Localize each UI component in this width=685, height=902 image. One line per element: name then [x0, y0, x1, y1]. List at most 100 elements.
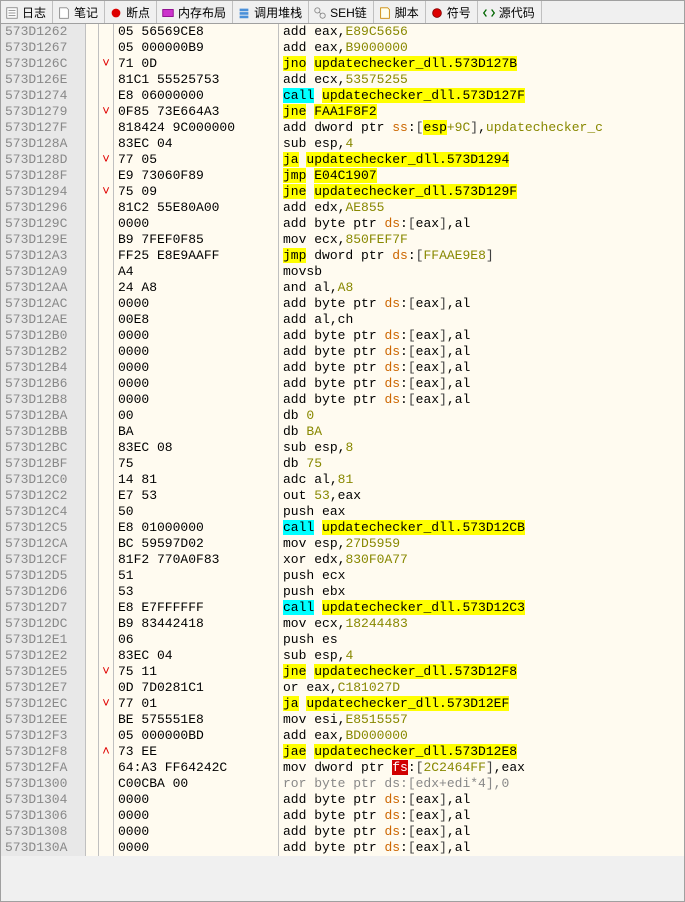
- tab-mem[interactable]: 内存布局: [157, 1, 233, 23]
- tab-script[interactable]: 脚本: [374, 1, 426, 23]
- disasm-row[interactable]: 573D126705 000000B9add eax,B9000000: [1, 40, 684, 56]
- disasm-row[interactable]: 573D12A3FF25 E8E9AAFFjmp dword ptr ds:[F…: [1, 248, 684, 264]
- breakpoint-gutter[interactable]: [86, 136, 99, 152]
- breakpoint-gutter[interactable]: [86, 200, 99, 216]
- disasm-row[interactable]: 573D13060000add byte ptr ds:[eax],al: [1, 808, 684, 824]
- breakpoint-gutter[interactable]: [86, 536, 99, 552]
- disasm-row[interactable]: 573D13080000add byte ptr ds:[eax],al: [1, 824, 684, 840]
- disasm-row[interactable]: 573D12BF75db 75: [1, 456, 684, 472]
- breakpoint-gutter[interactable]: [86, 616, 99, 632]
- breakpoint-gutter[interactable]: [86, 408, 99, 424]
- disassembly-view[interactable]: 573D126205 56569CE8add eax,E89C5656573D1…: [1, 24, 684, 901]
- disasm-row[interactable]: 573D12AC0000add byte ptr ds:[eax],al: [1, 296, 684, 312]
- breakpoint-gutter[interactable]: [86, 552, 99, 568]
- disasm-row[interactable]: 573D12CF81F2 770A0F83xor edx,830F0A77: [1, 552, 684, 568]
- tab-notes[interactable]: 笔记: [53, 1, 105, 23]
- disasm-row[interactable]: 573D12BC83EC 08sub esp,8: [1, 440, 684, 456]
- disasm-row[interactable]: 573D12CABC 59597D02mov esp,27D5959: [1, 536, 684, 552]
- breakpoint-gutter[interactable]: [86, 472, 99, 488]
- breakpoint-gutter[interactable]: [86, 248, 99, 264]
- tab-seh[interactable]: SEH链: [309, 1, 374, 23]
- disasm-row[interactable]: 573D128D˅77 05ja updatechecker_dll.573D1…: [1, 152, 684, 168]
- disasm-row[interactable]: 573D12B40000add byte ptr ds:[eax],al: [1, 360, 684, 376]
- breakpoint-gutter[interactable]: [86, 776, 99, 792]
- disasm-row[interactable]: 573D12EEBE 575551E8mov esi,E8515557: [1, 712, 684, 728]
- breakpoint-gutter[interactable]: [86, 232, 99, 248]
- disasm-row[interactable]: 573D12B20000add byte ptr ds:[eax],al: [1, 344, 684, 360]
- breakpoint-gutter[interactable]: [86, 504, 99, 520]
- breakpoint-gutter[interactable]: [86, 600, 99, 616]
- disasm-row[interactable]: 573D12C450push eax: [1, 504, 684, 520]
- breakpoint-gutter[interactable]: [86, 184, 99, 200]
- disasm-row[interactable]: 573D12C2E7 53out 53,eax: [1, 488, 684, 504]
- tab-stack[interactable]: 调用堆栈: [233, 1, 309, 23]
- breakpoint-gutter[interactable]: [86, 392, 99, 408]
- disasm-row[interactable]: 573D12B00000add byte ptr ds:[eax],al: [1, 328, 684, 344]
- tab-symbol[interactable]: 符号: [426, 1, 478, 23]
- disasm-row[interactable]: 573D126205 56569CE8add eax,E89C5656: [1, 24, 684, 40]
- disasm-row[interactable]: 573D1274E8 06000000call updatechecker_dl…: [1, 88, 684, 104]
- disasm-row[interactable]: 573D1294˅75 09jne updatechecker_dll.573D…: [1, 184, 684, 200]
- breakpoint-gutter[interactable]: [86, 632, 99, 648]
- disasm-row[interactable]: 573D12E70D 7D0281C1or eax,C181027D: [1, 680, 684, 696]
- disasm-row[interactable]: 573D12A9A4movsb: [1, 264, 684, 280]
- breakpoint-gutter[interactable]: [86, 648, 99, 664]
- breakpoint-gutter[interactable]: [86, 792, 99, 808]
- disasm-row[interactable]: 573D128A83EC 04sub esp,4: [1, 136, 684, 152]
- breakpoint-gutter[interactable]: [86, 664, 99, 680]
- disasm-row[interactable]: 573D130A0000add byte ptr ds:[eax],al: [1, 840, 684, 856]
- breakpoint-gutter[interactable]: [86, 24, 99, 40]
- disasm-row[interactable]: 573D12E283EC 04sub esp,4: [1, 648, 684, 664]
- breakpoint-gutter[interactable]: [86, 568, 99, 584]
- breakpoint-gutter[interactable]: [86, 696, 99, 712]
- disasm-row[interactable]: 573D12D653push ebx: [1, 584, 684, 600]
- breakpoint-gutter[interactable]: [86, 296, 99, 312]
- breakpoint-gutter[interactable]: [86, 360, 99, 376]
- disasm-row[interactable]: 573D12B60000add byte ptr ds:[eax],al: [1, 376, 684, 392]
- disasm-row[interactable]: 573D128FE9 73060F89jmp E04C1907: [1, 168, 684, 184]
- disasm-row[interactable]: 573D12B80000add byte ptr ds:[eax],al: [1, 392, 684, 408]
- breakpoint-gutter[interactable]: [86, 152, 99, 168]
- breakpoint-gutter[interactable]: [86, 280, 99, 296]
- disasm-row[interactable]: 573D12DCB9 83442418mov ecx,18244483: [1, 616, 684, 632]
- breakpoint-gutter[interactable]: [86, 824, 99, 840]
- disasm-row[interactable]: 573D12E5˅75 11jne updatechecker_dll.573D…: [1, 664, 684, 680]
- breakpoint-gutter[interactable]: [86, 728, 99, 744]
- disasm-row[interactable]: 573D12D551push ecx: [1, 568, 684, 584]
- breakpoint-gutter[interactable]: [86, 808, 99, 824]
- tab-breakpoint[interactable]: 断点: [105, 1, 157, 23]
- tab-source[interactable]: 源代码: [478, 1, 542, 23]
- disasm-row[interactable]: 573D13040000add byte ptr ds:[eax],al: [1, 792, 684, 808]
- breakpoint-gutter[interactable]: [86, 56, 99, 72]
- disasm-row[interactable]: 573D127F818424 9C000000add dword ptr ss:…: [1, 120, 684, 136]
- breakpoint-gutter[interactable]: [86, 456, 99, 472]
- disasm-row[interactable]: 573D129EB9 7FEF0F85mov ecx,850FEF7F: [1, 232, 684, 248]
- disasm-row[interactable]: 573D12E106push es: [1, 632, 684, 648]
- disasm-row[interactable]: 573D12AE00E8add al,ch: [1, 312, 684, 328]
- disasm-row[interactable]: 573D1279˅0F85 73E664A3jne FAA1F8F2: [1, 104, 684, 120]
- disasm-row[interactable]: 573D12BA00db 0: [1, 408, 684, 424]
- breakpoint-gutter[interactable]: [86, 40, 99, 56]
- breakpoint-gutter[interactable]: [86, 744, 99, 760]
- disasm-row[interactable]: 573D12BBBAdb BA: [1, 424, 684, 440]
- disasm-row[interactable]: 573D12F305 000000BDadd eax,BD000000: [1, 728, 684, 744]
- breakpoint-gutter[interactable]: [86, 120, 99, 136]
- breakpoint-gutter[interactable]: [86, 312, 99, 328]
- breakpoint-gutter[interactable]: [86, 328, 99, 344]
- disasm-row[interactable]: 573D126E81C1 55525753add ecx,53575255: [1, 72, 684, 88]
- disasm-row[interactable]: 573D129C0000add byte ptr ds:[eax],al: [1, 216, 684, 232]
- disasm-row[interactable]: 573D12EC˅77 01ja updatechecker_dll.573D1…: [1, 696, 684, 712]
- breakpoint-gutter[interactable]: [86, 760, 99, 776]
- breakpoint-gutter[interactable]: [86, 712, 99, 728]
- disasm-row[interactable]: 573D12C5E8 01000000call updatechecker_dl…: [1, 520, 684, 536]
- disasm-row[interactable]: 573D1300C00CBA 00ror byte ptr ds:[edx+ed…: [1, 776, 684, 792]
- breakpoint-gutter[interactable]: [86, 584, 99, 600]
- breakpoint-gutter[interactable]: [86, 840, 99, 856]
- breakpoint-gutter[interactable]: [86, 440, 99, 456]
- breakpoint-gutter[interactable]: [86, 344, 99, 360]
- tab-log[interactable]: 日志: [1, 1, 53, 23]
- disasm-row[interactable]: 573D12D7E8 E7FFFFFFcall updatechecker_dl…: [1, 600, 684, 616]
- breakpoint-gutter[interactable]: [86, 216, 99, 232]
- disasm-row[interactable]: 573D12AA24 A8and al,A8: [1, 280, 684, 296]
- breakpoint-gutter[interactable]: [86, 680, 99, 696]
